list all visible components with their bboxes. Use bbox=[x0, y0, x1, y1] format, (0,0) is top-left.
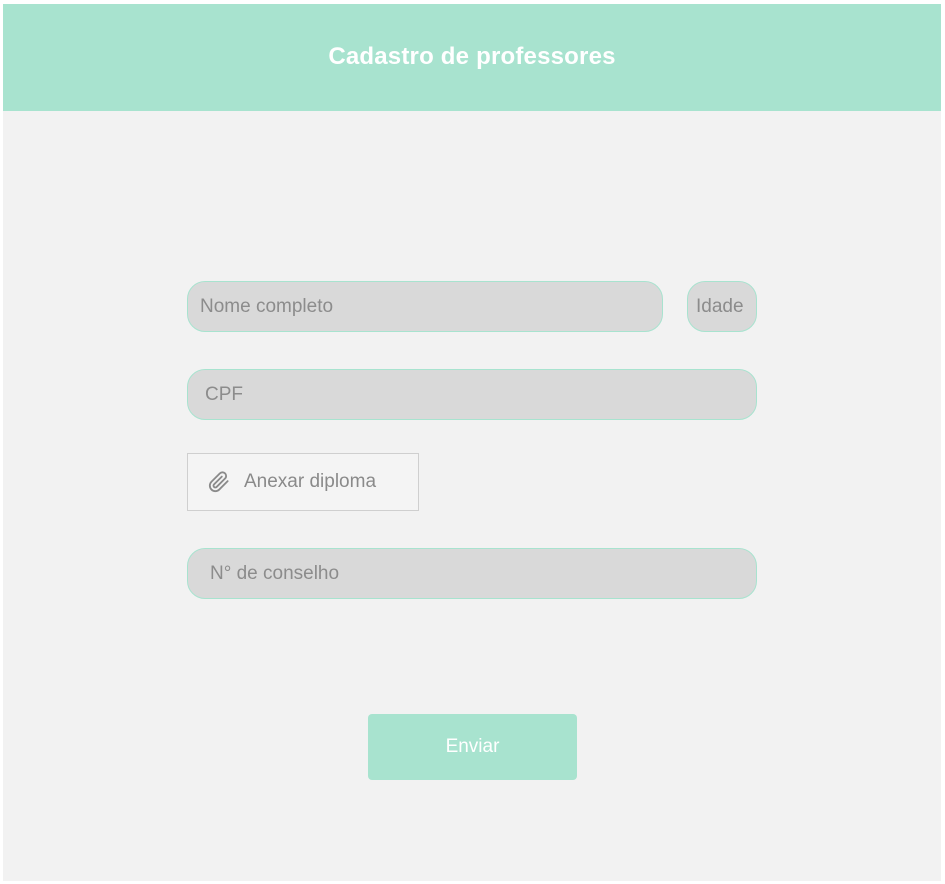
header-bar: Cadastro de professores bbox=[3, 4, 941, 111]
full-name-input[interactable] bbox=[187, 281, 663, 332]
council-number-input[interactable] bbox=[187, 548, 757, 599]
attach-diploma-button[interactable]: Anexar diploma bbox=[187, 453, 419, 511]
age-input[interactable] bbox=[687, 281, 757, 332]
attach-diploma-label: Anexar diploma bbox=[244, 471, 377, 492]
page-title: Cadastro de professores bbox=[328, 42, 616, 70]
cpf-input[interactable] bbox=[187, 369, 757, 420]
paperclip-icon bbox=[208, 471, 230, 493]
submit-button[interactable]: Enviar bbox=[368, 714, 577, 780]
page-frame: Cadastro de professores Anexar diploma E… bbox=[3, 4, 941, 881]
